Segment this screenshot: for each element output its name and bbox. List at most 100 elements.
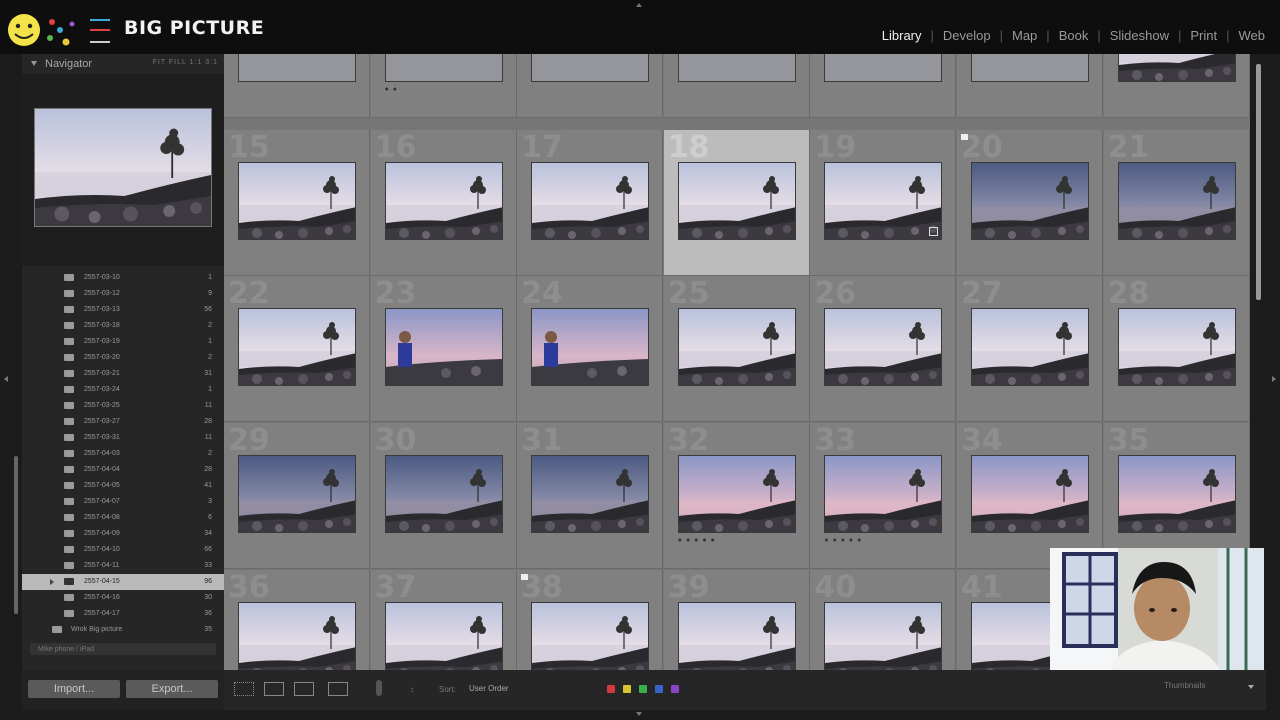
photo-thumbnail[interactable] [677,455,796,533]
photo-thumbnail[interactable] [824,455,943,533]
photo-cell[interactable]: 16 [370,130,517,276]
photo-cell[interactable]: 33 ● ● ● ● ● [810,423,957,569]
photo-thumbnail[interactable] [531,162,650,240]
photo-thumbnail[interactable] [531,455,650,533]
color-label-yellow[interactable] [623,685,631,693]
photo-cell[interactable]: 18 [663,130,810,276]
folder-item[interactable]: 2557-03-12 9 [22,286,224,302]
photo-thumbnail[interactable] [384,455,503,533]
photo-cell[interactable]: 40 [810,570,957,670]
photo-cell[interactable]: 36 [224,570,370,670]
photo-cell[interactable]: 37 [370,570,517,670]
folder-item[interactable]: 2557-04-07 3 [22,494,224,510]
painter-icon[interactable] [376,680,382,696]
photo-thumbnail[interactable] [677,54,796,82]
sort-direction-icon[interactable]: ↕ [410,685,414,694]
folder-item[interactable]: 2557-04-15 96 [22,574,224,590]
photo-cell[interactable]: 24 [517,276,664,422]
sort-order-select[interactable]: User Order [469,684,509,693]
flag-icon[interactable] [521,574,529,580]
photo-thumbnail[interactable] [1117,455,1236,533]
collapse-left-panel-icon[interactable] [4,376,8,382]
photo-cell[interactable] [1103,54,1250,118]
photo-thumbnail[interactable] [677,308,796,386]
publish-service-item[interactable]: Mike phone / iPad [22,642,224,658]
photo-thumbnail[interactable] [238,602,356,670]
folder-item[interactable]: 2557-04-05 41 [22,478,224,494]
flag-icon[interactable] [961,134,968,140]
loupe-view-icon[interactable] [264,682,284,696]
photo-thumbnail[interactable] [824,162,943,240]
color-label-blue[interactable] [655,685,663,693]
photo-cell[interactable]: 38 [517,570,664,670]
survey-view-icon[interactable] [328,682,348,696]
collapse-filmstrip-icon[interactable] [636,712,642,716]
module-book[interactable]: Book [1050,28,1098,43]
color-label-red[interactable] [607,685,615,693]
photo-cell[interactable]: 19 [810,130,957,276]
expand-arrow-icon[interactable] [50,579,54,585]
left-panel-scrollbar[interactable] [14,456,18,614]
folder-item[interactable]: 2557-04-17 36 [22,606,224,622]
folder-item[interactable]: 2557-03-19 1 [22,334,224,350]
folder-item[interactable]: 2557-04-10 66 [22,542,224,558]
folder-item[interactable]: 2557-03-25 11 [22,398,224,414]
toolbar-menu-chevron-down-icon[interactable] [1248,685,1254,689]
folder-item[interactable]: 2557-04-08 6 [22,510,224,526]
photo-thumbnail[interactable] [824,308,943,386]
collapse-top-panel-icon[interactable] [636,3,642,7]
photo-thumbnail[interactable] [677,162,796,240]
star-rating[interactable]: ● ● [385,86,398,93]
star-rating[interactable]: ● ● ● ● ● [824,537,862,544]
folder-item[interactable]: 2557-03-31 11 [22,430,224,446]
photo-cell[interactable]: 17 [517,130,664,276]
photo-thumbnail[interactable] [971,455,1089,533]
photo-cell[interactable]: 15 [224,130,370,276]
photo-cell[interactable] [810,54,957,118]
folder-item[interactable]: 2557-03-27 28 [22,414,224,430]
photo-cell[interactable]: 22 [224,276,370,422]
module-slideshow[interactable]: Slideshow [1101,28,1178,43]
photo-cell[interactable] [517,54,664,118]
photo-thumbnail[interactable] [238,54,356,82]
photo-thumbnail[interactable] [1117,162,1236,240]
photo-cell[interactable]: 39 [663,570,810,670]
photo-cell[interactable]: 31 [517,423,664,569]
folder-item[interactable]: 2557-03-10 1 [22,270,224,286]
folder-item[interactable]: 2557-04-09 34 [22,526,224,542]
photo-cell[interactable] [957,54,1103,118]
photo-thumbnail[interactable] [824,602,943,670]
photo-thumbnail[interactable] [238,455,356,533]
photo-thumbnail[interactable] [384,602,503,670]
photo-thumbnail[interactable] [677,602,796,670]
import-button[interactable]: Import... [28,680,120,698]
module-map[interactable]: Map [1003,28,1046,43]
photo-cell[interactable]: 23 [370,276,517,422]
photo-cell[interactable] [224,54,370,118]
photo-thumbnail[interactable] [384,162,503,240]
star-rating[interactable]: ● ● ● ● ● [678,537,716,544]
folder-item[interactable]: 2557-04-04 28 [22,462,224,478]
photo-thumbnail[interactable] [384,54,503,82]
photo-cell[interactable]: 25 [663,276,810,422]
folder-item[interactable]: 2557-03-24 1 [22,382,224,398]
photo-thumbnail[interactable] [824,54,943,82]
folder-item[interactable]: 2557-03-20 2 [22,350,224,366]
navigator-preview-image[interactable] [34,108,212,227]
photo-cell[interactable]: 21 [1103,130,1250,276]
navigator-header[interactable]: Navigator FIT FILL 1:1 3:1 [22,54,224,74]
photo-cell[interactable]: 27 [957,276,1103,422]
folder-item[interactable]: 2557-04-16 30 [22,590,224,606]
folder-item[interactable]: 2557-03-13 56 [22,302,224,318]
photo-cell[interactable]: 20 [957,130,1103,276]
photo-cell[interactable]: 28 [1103,276,1250,422]
color-label-green[interactable] [639,685,647,693]
color-label-purple[interactable] [671,685,679,693]
photo-thumbnail[interactable] [971,162,1089,240]
collapse-right-panel-icon[interactable] [1272,376,1276,382]
photo-cell[interactable] [663,54,810,118]
folder-item[interactable]: 2557-04-03 2 [22,446,224,462]
folder-item[interactable]: 2557-04-11 33 [22,558,224,574]
photo-cell[interactable]: 32 ● ● ● ● ● [663,423,810,569]
navigator-zoom-options[interactable]: FIT FILL 1:1 3:1 [153,59,218,66]
